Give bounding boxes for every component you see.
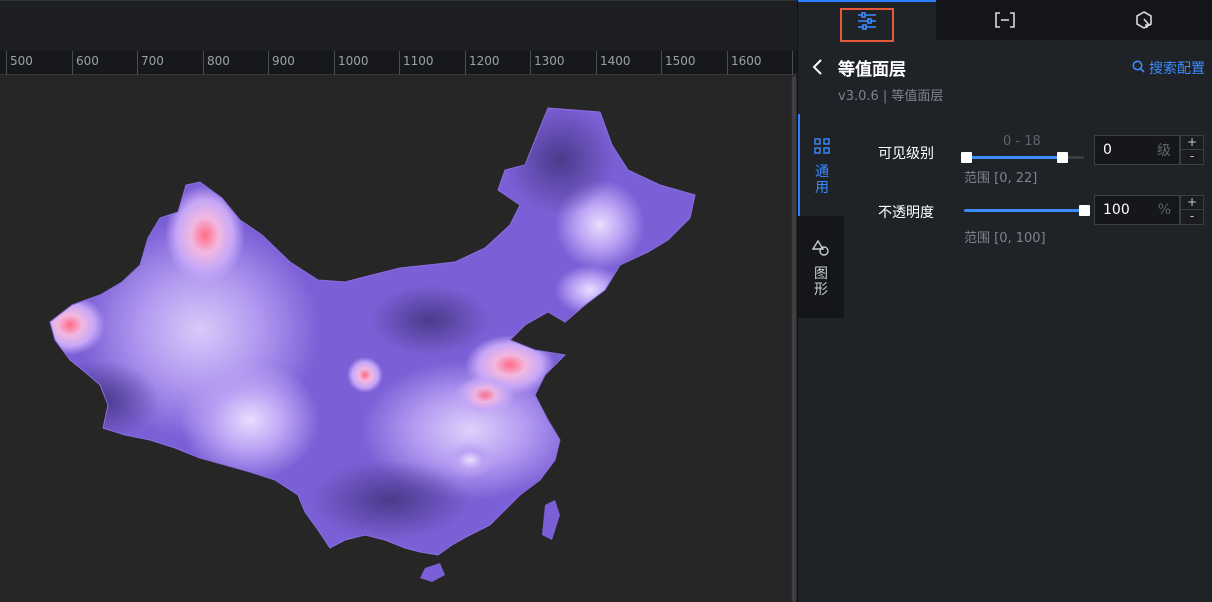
grid-icon — [814, 138, 830, 158]
visible-level-range-display: 0 - 18 — [1003, 134, 1041, 149]
tab-config[interactable] — [798, 0, 937, 42]
opacity-input[interactable]: % — [1094, 195, 1180, 225]
side-tab-general[interactable]: 通用 — [798, 114, 844, 216]
visible-level-input[interactable]: 级 — [1094, 135, 1180, 165]
side-tab-label: 图形 — [814, 266, 828, 298]
search-config-label: 搜索配置 — [1149, 61, 1205, 77]
visible-level-stepper[interactable]: + - — [1180, 135, 1204, 165]
visible-level-max-handle[interactable] — [1056, 152, 1068, 163]
canvas-toolbar — [0, 0, 797, 51]
panel-header: 等值面层 v3.0.6 | 等值面层 搜索配置 — [798, 50, 1212, 110]
component-version: v3.0.6 | 等值面层 — [838, 89, 944, 104]
tab-interaction[interactable] — [1075, 0, 1212, 40]
ruler-tick-label: 1000 — [338, 54, 369, 68]
side-tab-graphics[interactable]: 图形 — [798, 216, 844, 318]
opacity-label: 不透明度 — [878, 205, 934, 221]
ruler-tick-label: 1500 — [665, 54, 696, 68]
opacity-stepper[interactable]: + - — [1180, 195, 1204, 225]
opacity-handle[interactable] — [1078, 205, 1090, 216]
visible-level-min-handle[interactable] — [961, 152, 972, 163]
shapes-icon — [811, 239, 830, 260]
ruler-tick-label: 1200 — [469, 54, 500, 68]
opacity-hint: 范围 [0, 100] — [964, 231, 1046, 246]
bracket-data-icon — [995, 12, 1016, 28]
ruler-tick-label: 800 — [207, 54, 230, 68]
decrement-button[interactable]: - — [1181, 150, 1203, 164]
tab-data[interactable] — [936, 0, 1074, 40]
visible-level-value[interactable] — [1095, 142, 1145, 158]
ruler-tick-label: 1100 — [403, 54, 434, 68]
side-tab-label: 通用 — [815, 164, 829, 196]
side-tab-bar: 通用 图形 — [798, 114, 844, 319]
back-icon[interactable] — [810, 56, 826, 78]
config-panel: 等值面层 v3.0.6 | 等值面层 搜索配置 通用 图形 可见级别 0 - 1… — [797, 0, 1212, 602]
ruler-tick-label: 1300 — [534, 54, 565, 68]
decrement-button[interactable]: - — [1181, 210, 1203, 224]
ruler-tick-label: 900 — [272, 54, 295, 68]
panel-tab-bar — [798, 0, 1212, 42]
visible-level-label: 可见级别 — [878, 146, 934, 162]
panel-title: 等值面层 — [838, 60, 906, 80]
visible-level-unit: 级 — [1157, 143, 1171, 159]
ruler-tick-label: 600 — [76, 54, 99, 68]
ruler-tick-label: 1600 — [731, 54, 762, 68]
ruler-tick-label: 1400 — [600, 54, 631, 68]
horizontal-ruler: 500 600 700 800 900 1000 1100 1200 1300 … — [0, 51, 797, 75]
search-config-button[interactable]: 搜索配置 — [1132, 58, 1205, 78]
search-icon — [1132, 60, 1145, 77]
opacity-unit: % — [1157, 202, 1171, 218]
contour-map-preview — [0, 76, 797, 602]
opacity-value[interactable] — [1095, 202, 1145, 218]
increment-button[interactable]: + — [1181, 196, 1203, 210]
opacity-slider-fill — [964, 209, 1084, 212]
canvas-area[interactable]: 500 600 700 800 900 1000 1100 1200 1300 … — [0, 0, 797, 602]
ruler-tick-label: 700 — [141, 54, 164, 68]
tab-highlight-box — [840, 8, 894, 42]
increment-button[interactable]: + — [1181, 136, 1203, 150]
interaction-icon — [1135, 11, 1153, 29]
visible-level-hint: 范围 [0, 22] — [964, 171, 1038, 186]
ruler-tick-label: 500 — [10, 54, 33, 68]
visible-level-slider-fill — [964, 156, 1063, 159]
